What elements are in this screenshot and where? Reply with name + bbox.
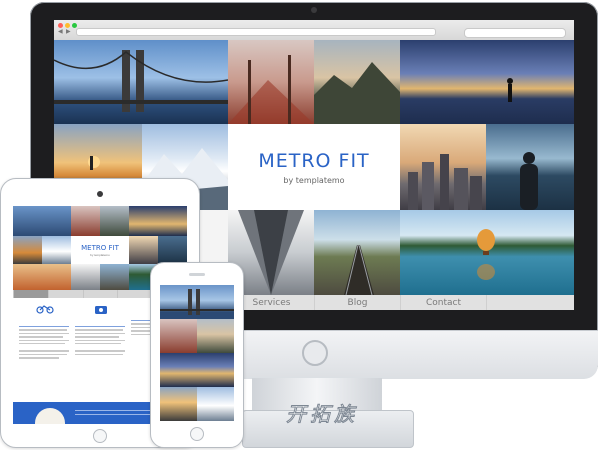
site-title: METRO FIT [258,149,370,172]
tablet-photo-city[interactable] [129,236,158,264]
back-arrow-icon[interactable]: ◀ [58,28,63,36]
photo-bridge[interactable] [54,40,228,124]
photo-beach-sunset[interactable] [400,40,574,124]
site-menu: Services Blog Contact [228,295,574,310]
menu-item-blog[interactable]: Blog [314,295,400,310]
tablet-home-button[interactable] [93,429,107,443]
phone-photo-mountains[interactable] [197,319,234,353]
phone-speaker [189,273,205,276]
photo-man-lake[interactable] [486,124,574,210]
watermark: 开拓族 [286,402,358,427]
site-subtitle: by templatemo [283,175,345,185]
menu-item-contact[interactable]: Contact [400,295,486,310]
photo-railway[interactable] [314,210,400,295]
tablet-photo-rail[interactable] [100,264,129,290]
photo-autumn-forest[interactable] [228,40,314,124]
phone-photo-beach[interactable] [160,353,234,387]
tablet-photo-desert[interactable] [13,264,71,290]
forward-arrow-icon[interactable]: ▶ [66,28,71,36]
phone-photo-bridge[interactable] [160,285,234,319]
browser-search-field[interactable] [464,28,566,38]
phone-device [150,262,244,448]
power-button[interactable] [302,340,328,366]
tablet-feature-column [19,302,71,402]
tablet-photo-sunset[interactable] [13,236,42,264]
tablet-camera [97,191,103,197]
tablet-feature-title [19,320,71,324]
monitor-camera [311,7,317,13]
photo-mountains[interactable] [314,40,400,124]
photo-city-skyline[interactable] [400,124,486,210]
tablet-menu-item[interactable] [13,290,48,298]
tablet-menu-item[interactable] [47,290,83,298]
tablet-site-title: METRO FIT [81,243,119,252]
tablet-photo-tower[interactable] [71,264,100,290]
phone-photo-sunset[interactable] [160,387,197,421]
phone-photo-forest[interactable] [160,319,197,353]
tablet-menu-item[interactable] [82,290,118,298]
tablet-menu-item[interactable] [117,290,152,298]
tablet-photo-beach[interactable] [129,206,187,236]
tablet-feature-column [75,302,127,402]
tablet-feature-title [75,320,127,324]
tablet-site-subtitle: by templatemo [90,252,110,257]
tablet-footer-image [35,408,65,424]
tablet-brand-tile: METRO FIT by templatemo [71,236,129,264]
bicycle-icon [36,305,54,314]
phone-photo-snow[interactable] [197,387,234,421]
browser-toolbar: ◀ ▶ [54,20,574,41]
tablet-photo-man[interactable] [158,236,187,264]
tablet-photo-snow[interactable] [42,236,71,264]
phone-screen [160,285,234,421]
phone-home-button[interactable] [190,427,204,441]
maximize-dot-icon[interactable] [72,23,77,28]
tablet-photo-forest[interactable] [71,206,100,236]
brand-tile: METRO FIT by templatemo [228,124,400,210]
address-bar[interactable] [76,28,436,36]
photo-hot-air-balloon[interactable] [400,210,574,295]
menu-item-empty [486,295,572,310]
tablet-photo-mountains[interactable] [100,206,129,236]
camera-icon [95,306,107,314]
tablet-photo-bridge[interactable] [13,206,71,236]
